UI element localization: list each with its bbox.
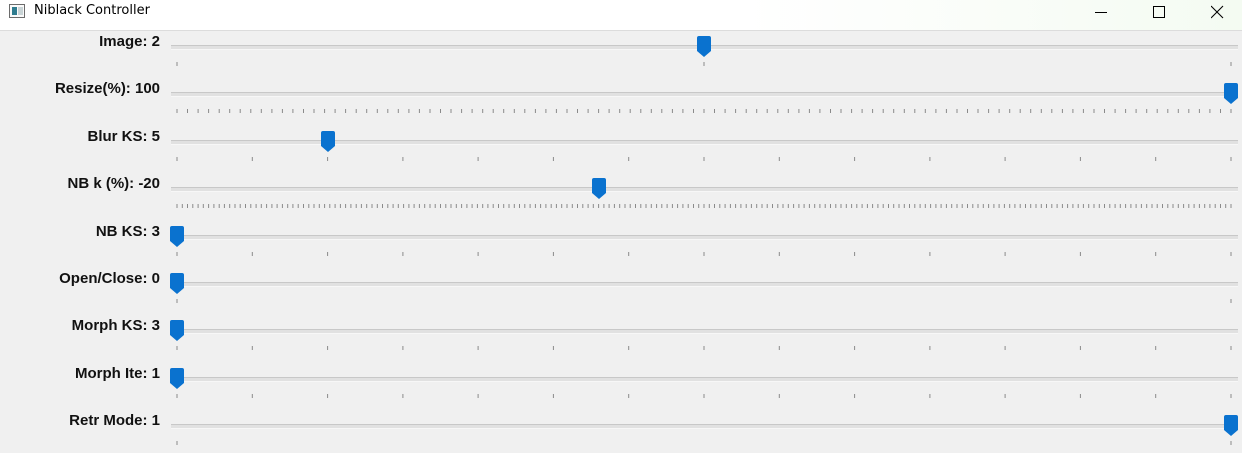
trackbar-thumb-morph-ite[interactable]	[170, 367, 184, 390]
maximize-button[interactable]	[1136, 0, 1182, 30]
app-window-icon	[9, 4, 25, 18]
trackbar-ticks-morph-ite	[176, 393, 1232, 398]
maximize-icon	[1153, 6, 1165, 18]
trackbar-label-morph-ks: Morph KS: 3	[71, 317, 160, 335]
trackbar-ticks-image	[176, 62, 1232, 66]
trackbar-label-image: Image: 2	[99, 33, 160, 50]
trackbar-label-resize: Resize(%): 100	[54, 80, 160, 98]
trackbar-track-morph-ite[interactable]	[171, 376, 1238, 382]
close-icon	[1211, 5, 1224, 19]
trackbar-thumb-morph-ks[interactable]	[170, 320, 184, 342]
window-title: Niblack Controller	[34, 3, 150, 18]
trackbar-thumb-nb-k[interactable]	[591, 178, 606, 200]
trackbar-ticks-retr-mode	[176, 441, 1232, 446]
trackbar-label-retr-mode: Retr Mode: 1	[69, 412, 160, 430]
trackbar-track-nb-ks[interactable]	[171, 234, 1238, 240]
trackbar-thumb-nb-ks[interactable]	[170, 225, 184, 248]
trackbar-ticks-blur-ks	[176, 156, 1232, 161]
trackbar-ticks-nb-ks	[176, 251, 1232, 256]
trackbar-label-open-close: Open/Close: 0	[59, 270, 160, 287]
trackbar-thumb-open-close[interactable]	[170, 273, 184, 295]
minimize-icon	[1095, 12, 1107, 13]
trackbar-label-morph-ite: Morph Ite: 1	[75, 364, 160, 382]
minimize-button[interactable]	[1078, 0, 1124, 30]
trackbar-track-morph-ks[interactable]	[171, 329, 1238, 335]
trackbar-track-resize[interactable]	[171, 92, 1238, 98]
close-button[interactable]	[1194, 0, 1240, 30]
trackbar-ticks-resize	[176, 109, 1232, 114]
trackbar-thumb-image[interactable]	[697, 36, 711, 58]
trackbar-thumb-blur-ks[interactable]	[320, 130, 335, 153]
trackbar-label-nb-k: NB k (%): -20	[67, 175, 160, 193]
trackbar-ticks-open-close	[176, 299, 1232, 303]
trackbar-label-nb-ks: NB KS: 3	[95, 222, 160, 240]
trackbar-track-nb-k[interactable]	[171, 187, 1238, 193]
trackbar-label-blur-ks: Blur KS: 5	[87, 127, 160, 145]
trackbar-track-open-close[interactable]	[171, 282, 1238, 287]
title-bar[interactable]: Niblack Controller	[0, 0, 1242, 31]
trackbar-thumb-resize[interactable]	[1224, 83, 1238, 105]
trackbar-ticks-nb-k	[176, 204, 1232, 209]
trackbar-ticks-morph-ks	[176, 346, 1232, 351]
trackbar-track-retr-mode[interactable]	[171, 424, 1238, 430]
trackbar-thumb-retr-mode[interactable]	[1224, 415, 1238, 437]
